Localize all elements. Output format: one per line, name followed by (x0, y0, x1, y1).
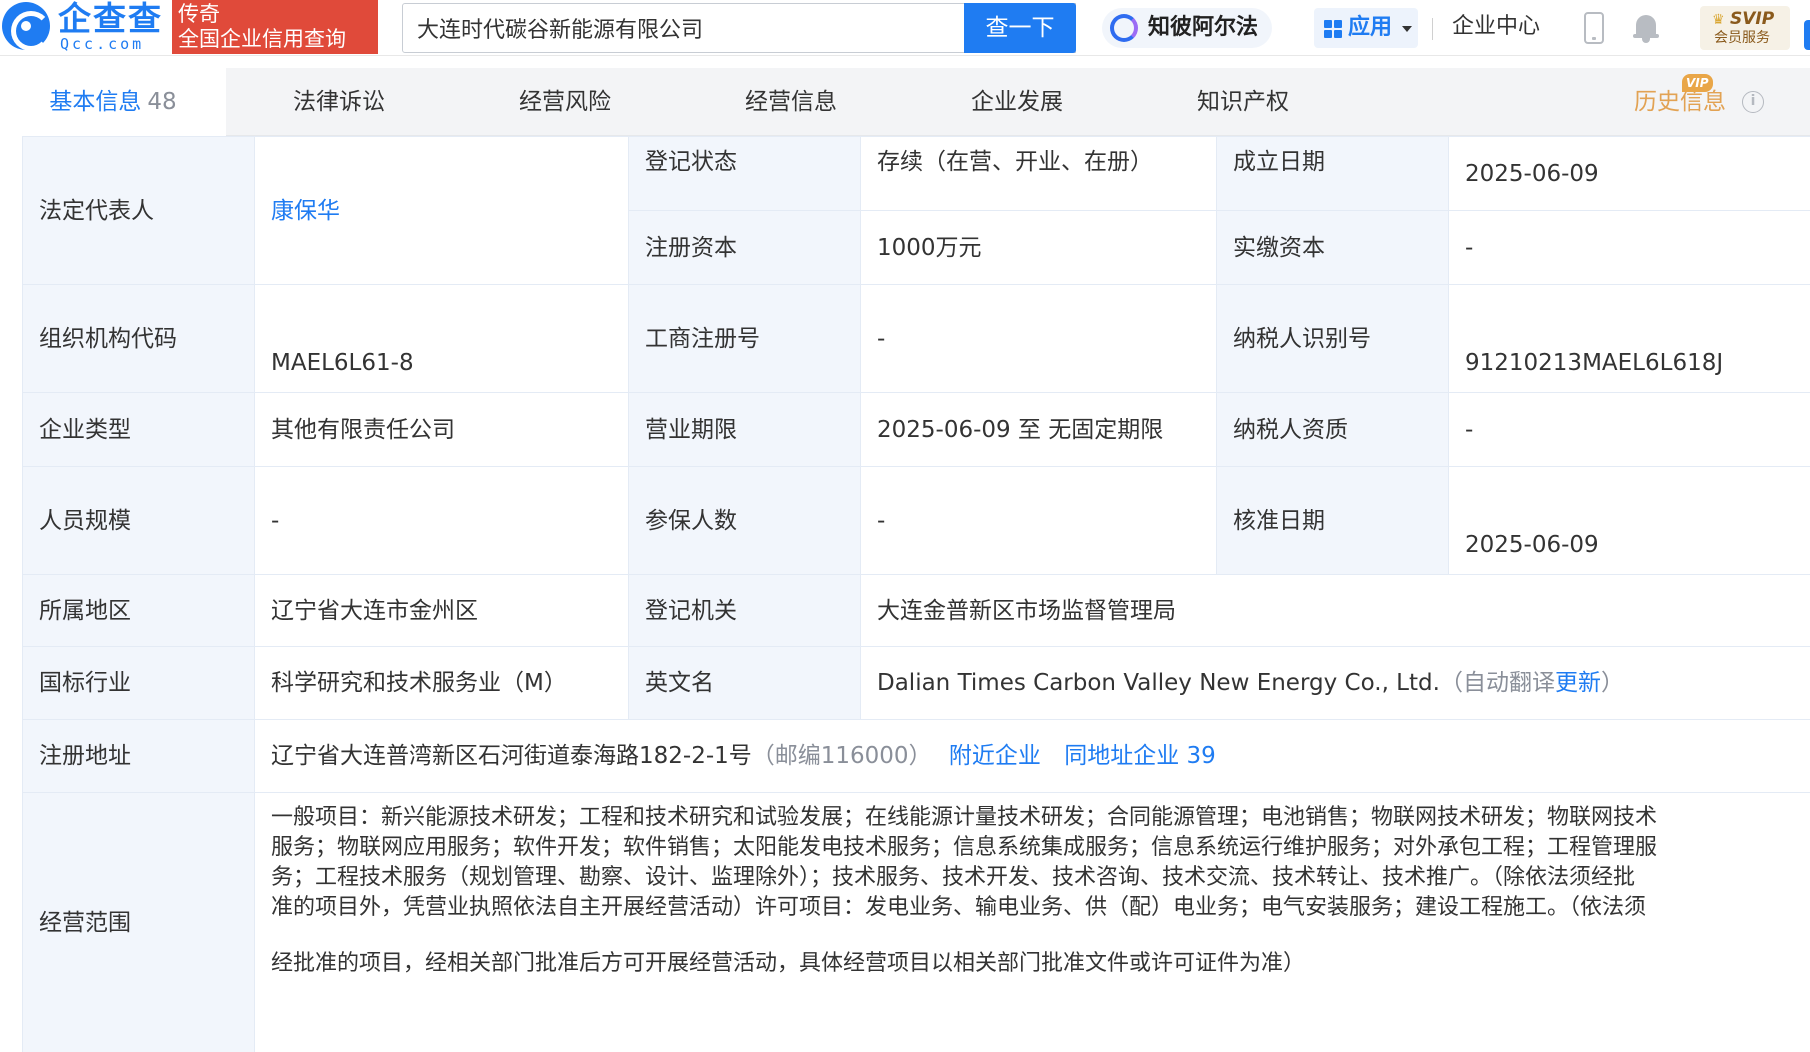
nearby-companies-link[interactable]: 附近企业 (949, 743, 1041, 769)
scope-line: 服务；物联网应用服务；软件开发；软件销售；太阳能发电技术服务；信息系统集成服务；… (271, 835, 1658, 860)
tab-count: 48 (147, 89, 177, 115)
reg-authority-value: 大连金普新区市场监督管理局 (860, 574, 1810, 647)
reg-authority-label: 登记机关 (628, 574, 861, 647)
postcode: （邮编116000） (751, 743, 932, 769)
enterprise-center-link[interactable]: 企业中心 (1452, 12, 1540, 42)
caret-down-icon (1402, 26, 1412, 32)
taxpayer-qual-value: - (1448, 392, 1810, 467)
biz-term-value: 2025-06-09 至 无固定期限 (860, 392, 1217, 467)
zhibi-icon (1110, 14, 1138, 42)
logo-text[interactable]: 企查查 (58, 0, 163, 38)
reg-capital-value: 1000万元 (860, 210, 1217, 285)
address-cell: 辽宁省大连普湾新区石河街道泰海路182-2-1号（邮编116000） 附近企业 … (254, 719, 1810, 793)
paid-capital-label: 实缴资本 (1216, 210, 1449, 285)
region-value: 辽宁省大连市金州区 (254, 574, 629, 647)
reg-capital-label: 注册资本 (628, 210, 861, 285)
insured-value: - (860, 466, 1217, 575)
logo-domain: Qcc.com (60, 35, 145, 53)
scope-label: 经营范围 (22, 792, 255, 1052)
staff-size-value: - (254, 466, 629, 575)
header-divider (1432, 18, 1433, 40)
taxpayer-qual-label: 纳税人资质 (1216, 392, 1449, 467)
business-scope: 一般项目：新兴能源技术研发；工程和技术研究和试验发展；在线能源计量技术研发；合同… (254, 792, 1810, 1052)
apps-menu-button[interactable]: 应用 (1314, 8, 1418, 48)
industry-value: 科学研究和技术服务业（M） (254, 646, 629, 720)
logo-icon[interactable] (2, 2, 51, 51)
taxpayer-id-value: 91210213MAEL6L618J (1448, 284, 1810, 393)
tab-operation-risk[interactable]: 经营风险 (452, 68, 678, 136)
bell-icon[interactable] (1632, 12, 1660, 44)
taxpayer-id-label: 纳税人识别号 (1216, 284, 1449, 393)
scope-gap (271, 923, 1792, 949)
side-float-tab[interactable] (1804, 20, 1810, 50)
legal-rep-cell: 康保华 (254, 136, 629, 285)
english-name-value: Dalian Times Carbon Valley New Energy Co… (877, 670, 1440, 696)
approval-date-label: 核准日期 (1216, 466, 1449, 575)
company-type-label: 企业类型 (22, 392, 255, 467)
auto-translate-suffix: ） (1600, 670, 1624, 696)
biz-reg-no-value: - (860, 284, 1217, 393)
founded-value: 2025-06-09 (1448, 136, 1810, 211)
paid-capital-value: - (1448, 210, 1810, 285)
org-code-label: 组织机构代码 (22, 284, 255, 393)
scope-line: 一般项目：新兴能源技术研发；工程和技术研究和试验发展；在线能源计量技术研发；合同… (271, 805, 1658, 830)
zhibi-label: 知彼阿尔法 (1148, 15, 1259, 40)
svip-button[interactable]: ♛ SVIP 会员服务 (1700, 6, 1790, 50)
biz-reg-no-label: 工商注册号 (628, 284, 861, 393)
search-input[interactable] (417, 4, 977, 52)
update-translation-link[interactable]: 更新 (1555, 670, 1601, 696)
tab-development[interactable]: 企业发展 (904, 68, 1130, 136)
tab-legal[interactable]: 法律诉讼 (226, 68, 452, 136)
reg-status-label: 登记状态 (628, 136, 861, 211)
apps-label: 应用 (1348, 15, 1393, 40)
same-address-companies-link[interactable]: 同地址企业 39 (1064, 743, 1216, 769)
slogan-banner: 传奇 全国企业信用查询 (172, 0, 378, 54)
tab-label: 基本信息 (49, 89, 142, 115)
biz-term-label: 营业期限 (628, 392, 861, 467)
tab-basic-info[interactable]: 基本信息 48 (0, 68, 226, 136)
industry-label: 国标行业 (22, 646, 255, 720)
reg-status-value: 存续（在营、开业、在册） (860, 136, 1217, 211)
phone-icon[interactable] (1584, 12, 1604, 44)
zhibi-alpha-button[interactable]: 知彼阿尔法 (1102, 8, 1272, 48)
scope-line: 准的项目外，凭营业执照依法自主开展经营活动）许可项目：发电业务、输电业务、供（配… (271, 895, 1647, 920)
staff-size-label: 人员规模 (22, 466, 255, 575)
english-name-label: 英文名 (628, 646, 861, 720)
info-icon[interactable]: i (1742, 91, 1764, 113)
legal-rep-label: 法定代表人 (22, 136, 255, 285)
auto-translate-prefix: （自动翻译 (1439, 670, 1555, 696)
svip-subtitle: 会员服务 (1714, 30, 1770, 46)
company-type-value: 其他有限责任公司 (254, 392, 629, 467)
basic-info-table: 法定代表人 康保华 登记状态 存续（在营、开业、在册） 成立日期 2025-06… (22, 136, 1810, 1052)
slogan-line-1: 传奇 (178, 2, 220, 26)
search-button[interactable]: 查一下 (964, 3, 1076, 53)
approval-date-value: 2025-06-09 (1448, 466, 1810, 575)
apps-grid-icon (1324, 20, 1342, 38)
insured-label: 参保人数 (628, 466, 861, 575)
scope-line: 经批准的项目，经相关部门批准后方可开展经营活动，具体经营项目以相关部门批准文件或… (271, 951, 1306, 976)
svip-title: SVIP (1730, 9, 1775, 29)
tab-history[interactable]: 历史信息 (1560, 68, 1800, 136)
section-tabs: 基本信息 48 法律诉讼 经营风险 经营信息 企业发展 知识产权 历史信息 (0, 68, 1810, 136)
english-name-cell: Dalian Times Carbon Valley New Energy Co… (860, 646, 1810, 720)
top-header: 企查查 Qcc.com 传奇 全国企业信用查询 × 查一下 知彼阿尔法 应用 企… (0, 0, 1810, 56)
tab-operation-info[interactable]: 经营信息 (678, 68, 904, 136)
founded-label: 成立日期 (1216, 136, 1449, 211)
vip-badge: VIP (1682, 74, 1713, 92)
region-label: 所属地区 (22, 574, 255, 647)
legal-rep-link[interactable]: 康保华 (271, 198, 340, 224)
org-code-value: MAEL6L61-8 (254, 284, 629, 393)
crown-icon: ♛ (1712, 12, 1725, 28)
address-value: 辽宁省大连普湾新区石河街道泰海路182-2-1号 (271, 743, 752, 769)
slogan-line-2: 全国企业信用查询 (178, 27, 346, 51)
tab-ip[interactable]: 知识产权 (1130, 68, 1356, 136)
scope-line: 务；工程技术服务（规划管理、勘察、设计、监理除外）；技术服务、技术开发、技术咨询… (271, 865, 1636, 890)
address-label: 注册地址 (22, 719, 255, 793)
